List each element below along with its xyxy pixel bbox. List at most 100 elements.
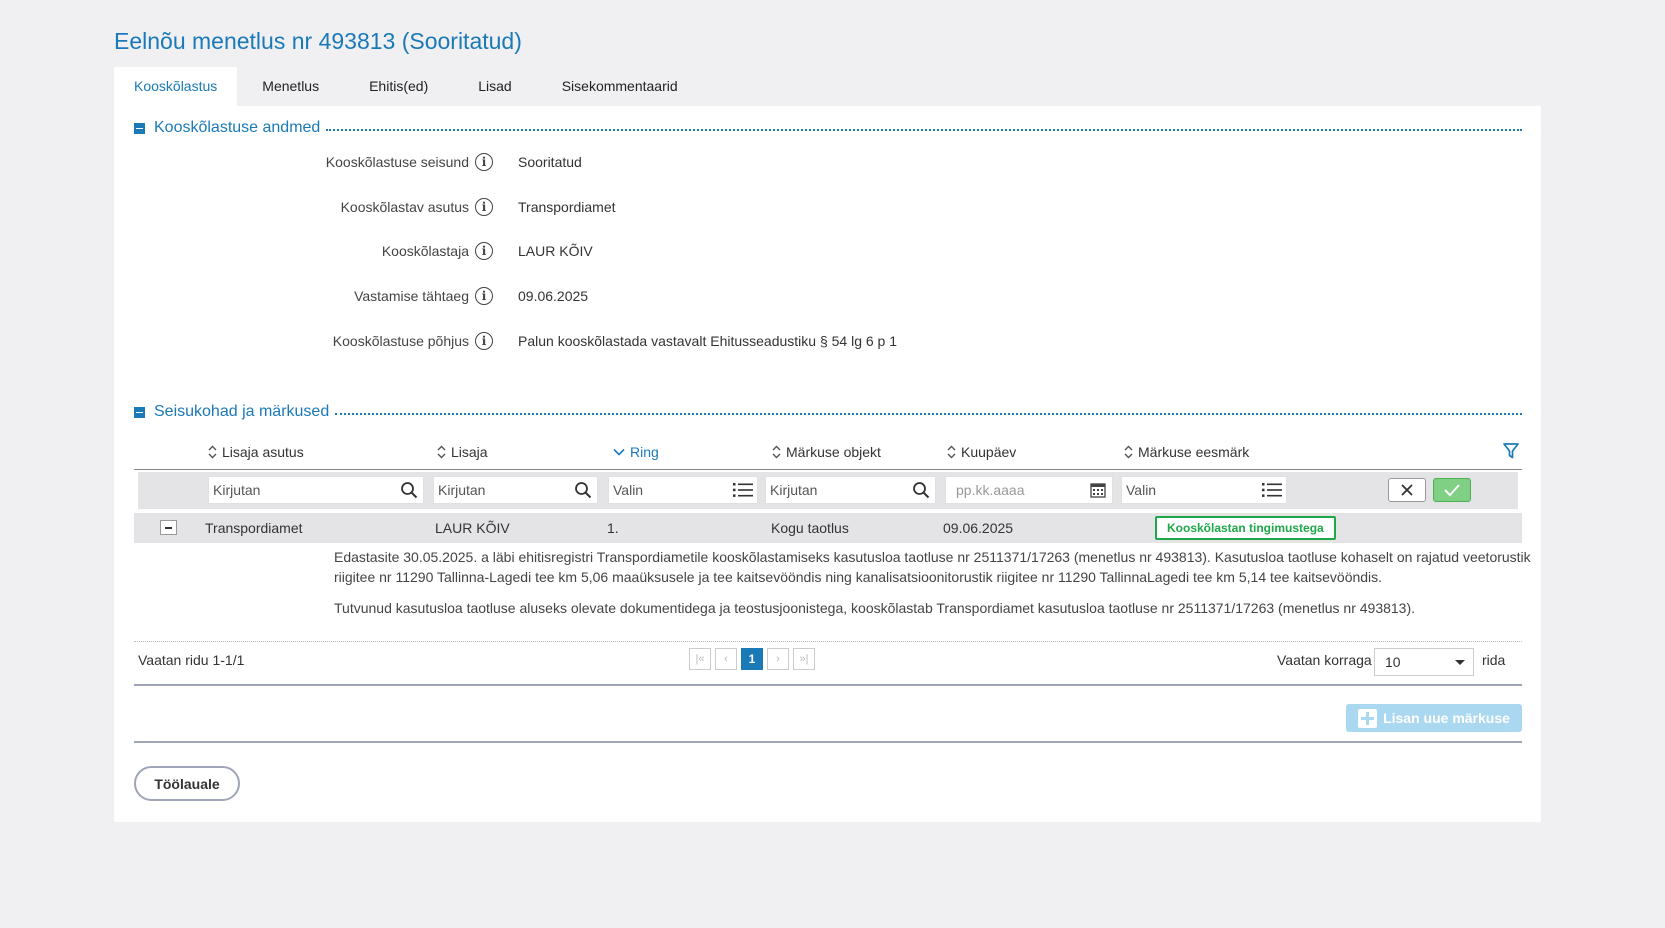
cell-lisaja-asutus: Transpordiamet <box>205 520 303 536</box>
filter-lisaja-asutus <box>208 476 424 504</box>
table-header: Lisaja asutus Lisaja Ring Märkuse objekt… <box>134 438 1522 470</box>
last-page-button[interactable]: »| <box>793 648 815 670</box>
column-header-lisaja[interactable]: Lisaja <box>437 444 488 460</box>
rida-label: rida <box>1482 652 1506 668</box>
tab-lisad[interactable]: Lisad <box>453 67 536 106</box>
list-icon[interactable] <box>733 480 753 500</box>
first-page-button[interactable]: |« <box>689 648 711 670</box>
add-remark-button[interactable]: Lisan uue märkuse <box>1346 704 1522 732</box>
field-label: Vastamise tähtaeg <box>354 288 469 304</box>
field-row-kooskolastaja: Kooskõlastaja i LAUR KÕIV <box>114 240 1541 262</box>
info-icon[interactable]: i <box>475 198 493 216</box>
column-header-markuse-eesmark[interactable]: Märkuse eesmärk <box>1124 444 1249 460</box>
status-badge: Kooskõlastan tingimustega <box>1155 516 1336 540</box>
sort-icon <box>437 445 446 459</box>
filter-markuse-objekt-input[interactable] <box>770 482 911 498</box>
field-row-seisund: Kooskõlastuse seisund i Sooritatud <box>114 151 1541 173</box>
search-icon[interactable] <box>911 480 931 500</box>
collapse-row-button[interactable] <box>160 520 177 535</box>
collapse-icon[interactable] <box>134 406 145 418</box>
sort-icon <box>772 445 781 459</box>
section-header-seisukohad: Seisukohad ja märkused <box>134 401 1522 423</box>
pager-info: Vaatan ridu 1-1/1 <box>138 652 245 668</box>
filter-markuse-objekt <box>765 476 936 504</box>
column-header-kuupaev[interactable]: Kuupäev <box>947 444 1016 460</box>
column-header-markuse-objekt[interactable]: Märkuse objekt <box>772 444 881 460</box>
remark-text: Edastasite 30.05.2025. a läbi ehitisregi… <box>334 549 1531 585</box>
info-icon[interactable]: i <box>475 287 493 305</box>
plus-icon <box>1358 708 1378 728</box>
field-label: Kooskõlastuse põhjus <box>332 333 469 349</box>
field-label: Kooskõlastav asutus <box>340 199 469 215</box>
field-row-asutus: Kooskõlastav asutus i Transpordiamet <box>114 196 1541 218</box>
back-to-desktop-button[interactable]: Töölauale <box>134 766 240 801</box>
filter-kuupaev <box>945 476 1113 504</box>
field-value: Transpordiamet <box>518 199 616 215</box>
sort-icon <box>208 445 217 459</box>
tab-menetlus[interactable]: Menetlus <box>237 67 344 106</box>
tab-bar: Kooskõlastus Menetlus Ehitis(ed) Lisad S… <box>114 67 703 106</box>
field-row-pohjus: Kooskõlastuse põhjus i Palun kooskõlastad… <box>114 330 1541 352</box>
cell-ring: 1. <box>607 520 619 536</box>
page-title: Eelnõu menetlus nr 493813 (Sooritatud) <box>114 28 522 54</box>
chevron-down-icon <box>1455 660 1465 665</box>
info-icon[interactable]: i <box>475 242 493 260</box>
next-page-button[interactable]: › <box>767 648 789 670</box>
field-value: 09.06.2025 <box>518 288 589 304</box>
per-page-label: Vaatan korraga <box>1277 652 1372 668</box>
section-title[interactable]: Seisukohad ja märkused <box>154 403 329 421</box>
sort-icon <box>947 445 956 459</box>
filter-ring-select[interactable] <box>613 482 733 498</box>
column-header-ring[interactable]: Ring <box>613 444 659 460</box>
calendar-icon[interactable] <box>1088 480 1108 500</box>
tab-kooskolastus[interactable]: Kooskõlastus <box>114 67 238 106</box>
section-divider <box>335 413 1522 415</box>
filter-lisaja-input[interactable] <box>438 482 573 498</box>
section-title[interactable]: Kooskõlastuse andmed <box>154 119 320 137</box>
list-icon[interactable] <box>1262 480 1282 500</box>
section-divider <box>326 129 1522 131</box>
filter-markuse-eesmark-select[interactable] <box>1126 482 1262 498</box>
cell-lisaja: LAUR KÕIV <box>435 520 510 536</box>
field-value: Sooritatud <box>518 154 582 170</box>
content-card: Kooskõlastuse andmed Kooskõlastuse seisu… <box>114 106 1541 822</box>
field-value: Palun kooskõlastada vastavalt Ehitussead… <box>518 333 898 349</box>
tab-ehitised[interactable]: Ehitis(ed) <box>344 67 453 106</box>
cell-markuse-objekt: Kogu taotlus <box>771 520 849 536</box>
divider <box>134 641 1522 642</box>
tab-sisekommentaarid[interactable]: Sisekommentaarid <box>537 67 703 106</box>
filter-lisaja <box>433 476 598 504</box>
per-page-select[interactable]: 10 <box>1374 648 1474 676</box>
remark-text: Tutvunud kasutusloa taotluse aluseks ole… <box>334 600 1416 616</box>
collapse-icon[interactable] <box>134 122 145 134</box>
filter-ring[interactable] <box>608 476 758 504</box>
close-icon <box>1401 484 1413 496</box>
sort-desc-icon <box>613 447 625 457</box>
cell-kuupaev: 09.06.2025 <box>943 520 1014 536</box>
prev-page-button[interactable]: ‹ <box>715 648 737 670</box>
divider <box>134 741 1522 743</box>
apply-filters-button[interactable] <box>1433 478 1471 502</box>
filter-kuupaev-input[interactable] <box>956 482 1088 498</box>
divider <box>134 684 1522 686</box>
filter-icon[interactable] <box>1502 442 1520 460</box>
field-row-tahtaeg: Vastamise tähtaeg i 09.06.2025 <box>114 285 1541 307</box>
field-label: Kooskõlastuse seisund <box>325 154 469 170</box>
filter-row <box>138 472 1518 509</box>
column-header-lisaja-asutus[interactable]: Lisaja asutus <box>208 444 304 460</box>
info-icon[interactable]: i <box>475 153 493 171</box>
field-label: Kooskõlastaja <box>381 243 469 259</box>
search-icon[interactable] <box>399 480 419 500</box>
filter-lisaja-asutus-input[interactable] <box>213 482 399 498</box>
info-icon[interactable]: i <box>475 332 493 350</box>
table-row[interactable]: Transpordiamet LAUR KÕIV 1. Kogu taotlus… <box>134 513 1522 543</box>
page-button-current[interactable]: 1 <box>741 648 763 670</box>
pagination: |« ‹ 1 › »| <box>689 648 815 670</box>
section-header-kooskolastuse-andmed: Kooskõlastuse andmed <box>134 117 1522 139</box>
check-icon <box>1444 484 1460 497</box>
search-icon[interactable] <box>573 480 593 500</box>
filter-markuse-eesmark[interactable] <box>1121 476 1287 504</box>
sort-icon <box>1124 445 1133 459</box>
clear-filters-button[interactable] <box>1388 478 1426 502</box>
field-value: LAUR KÕIV <box>518 243 593 259</box>
